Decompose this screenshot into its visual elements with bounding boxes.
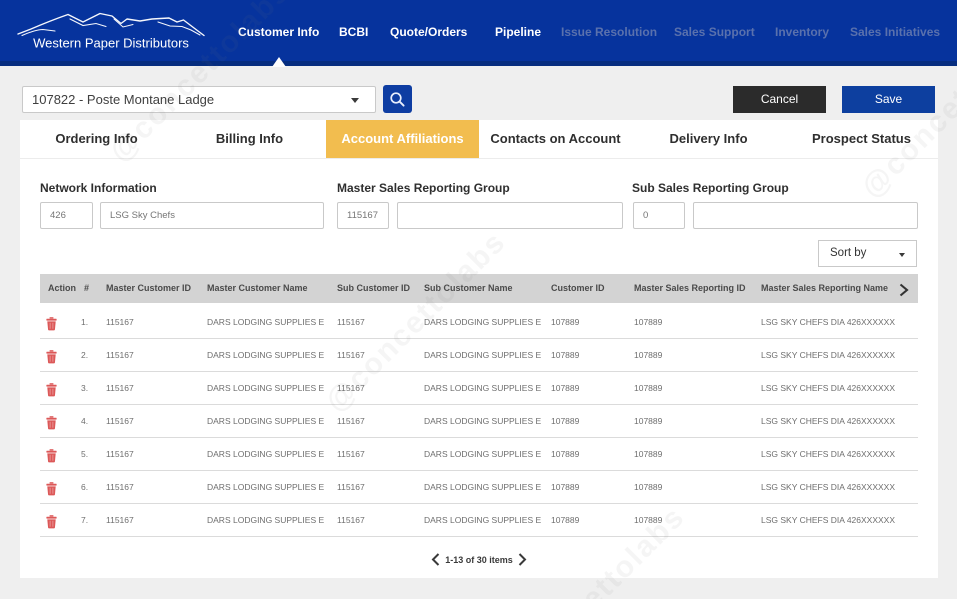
svg-text:Western Paper Distributors: Western Paper Distributors — [33, 36, 189, 51]
